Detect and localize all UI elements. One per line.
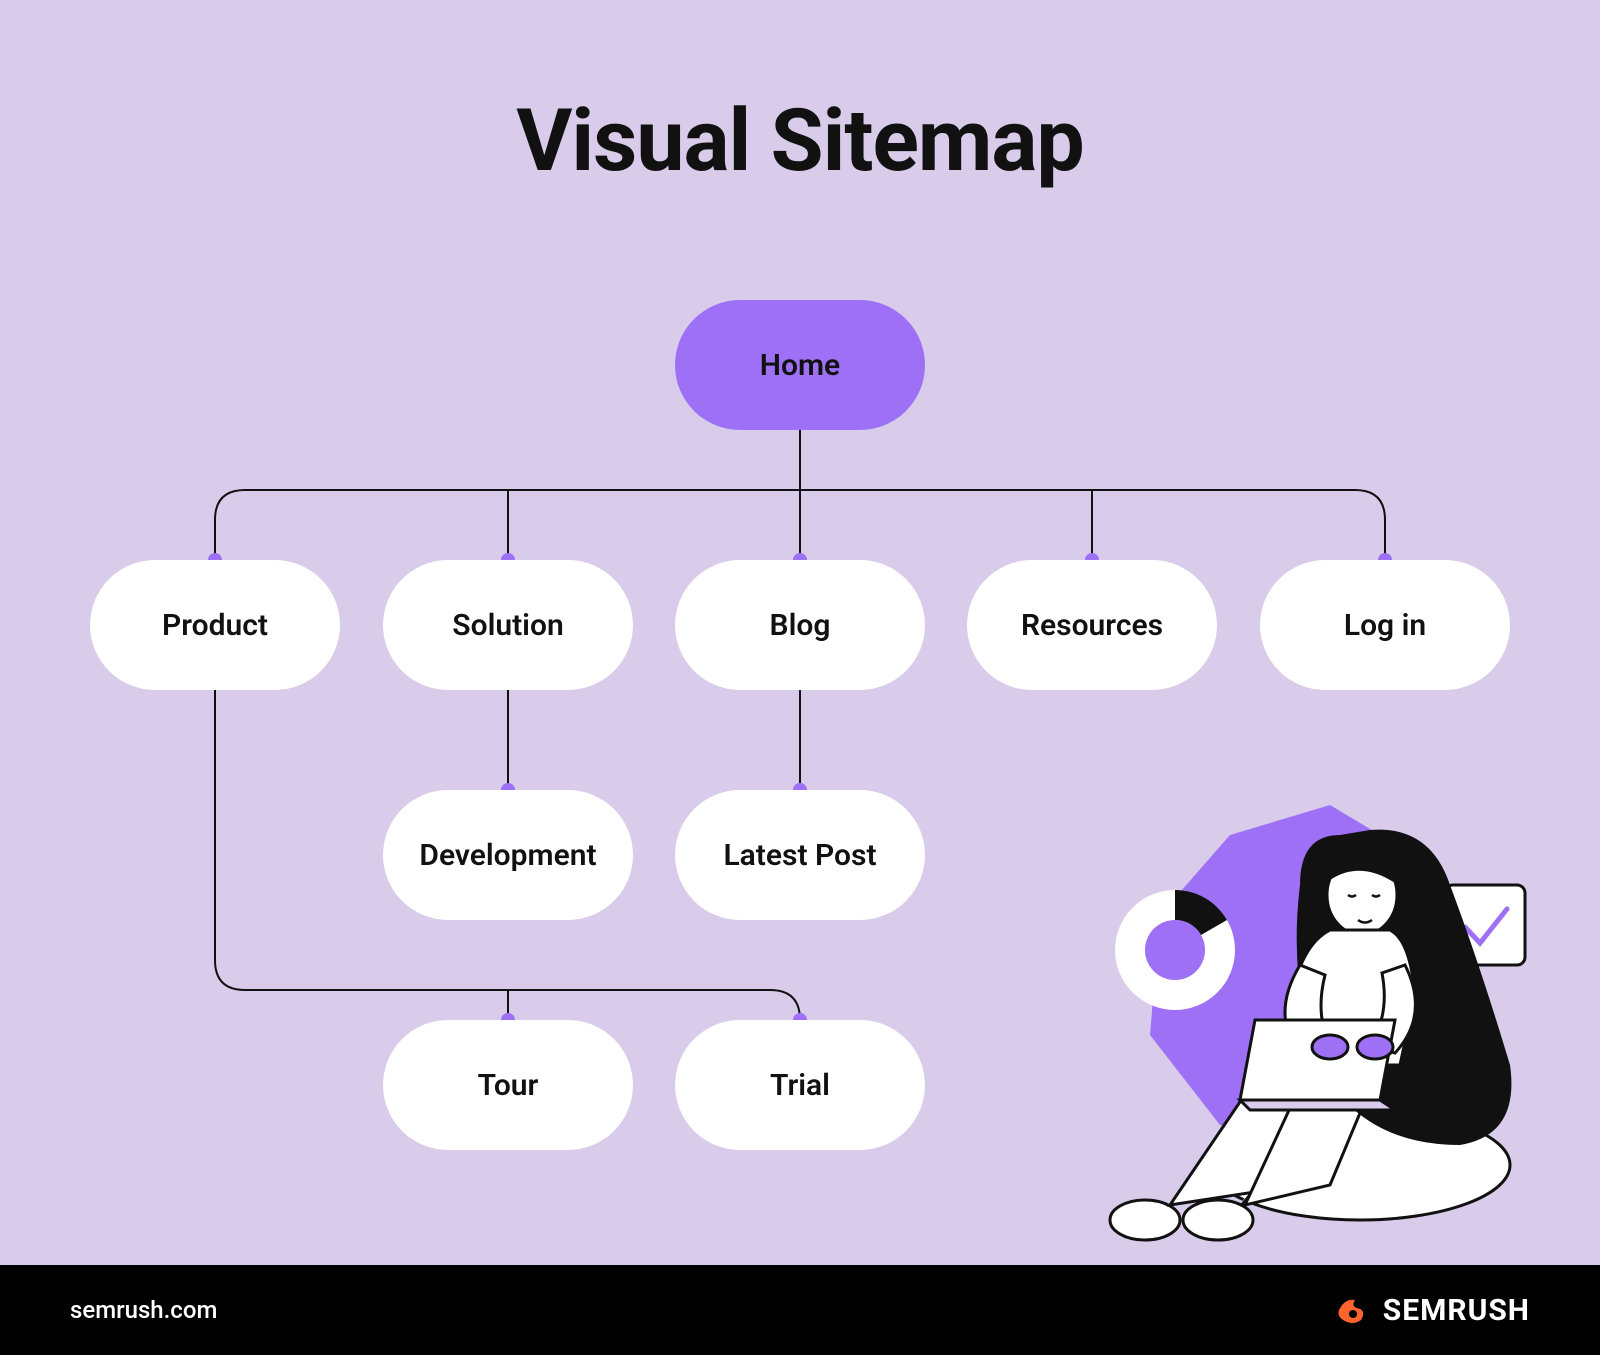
node-label: Resources [1021,608,1163,643]
node-product: Product [90,560,340,690]
node-label: Development [419,838,596,873]
node-latest-post: Latest Post [675,790,925,920]
node-label: Blog [770,608,831,643]
footer: semrush.com SEMRUSH [0,1265,1600,1355]
node-solution: Solution [383,560,633,690]
node-resources: Resources [967,560,1217,690]
node-trial: Trial [675,1020,925,1150]
node-development: Development [383,790,633,920]
node-label: Latest Post [723,838,876,873]
node-label: Product [162,608,268,643]
node-login: Log in [1260,560,1510,690]
flame-icon [1331,1290,1371,1330]
node-label: Trial [770,1068,830,1103]
brand-logo: SEMRUSH [1331,1290,1530,1330]
node-home: Home [675,300,925,430]
brand-name: SEMRUSH [1383,1293,1530,1328]
footer-url: semrush.com [70,1296,217,1324]
decorative-illustration [1000,765,1550,1245]
node-label: Solution [452,608,563,643]
node-label: Home [760,348,840,383]
node-tour: Tour [383,1020,633,1150]
node-blog: Blog [675,560,925,690]
page-title: Visual Sitemap [0,90,1600,191]
node-label: Log in [1344,608,1426,643]
node-label: Tour [478,1068,539,1103]
